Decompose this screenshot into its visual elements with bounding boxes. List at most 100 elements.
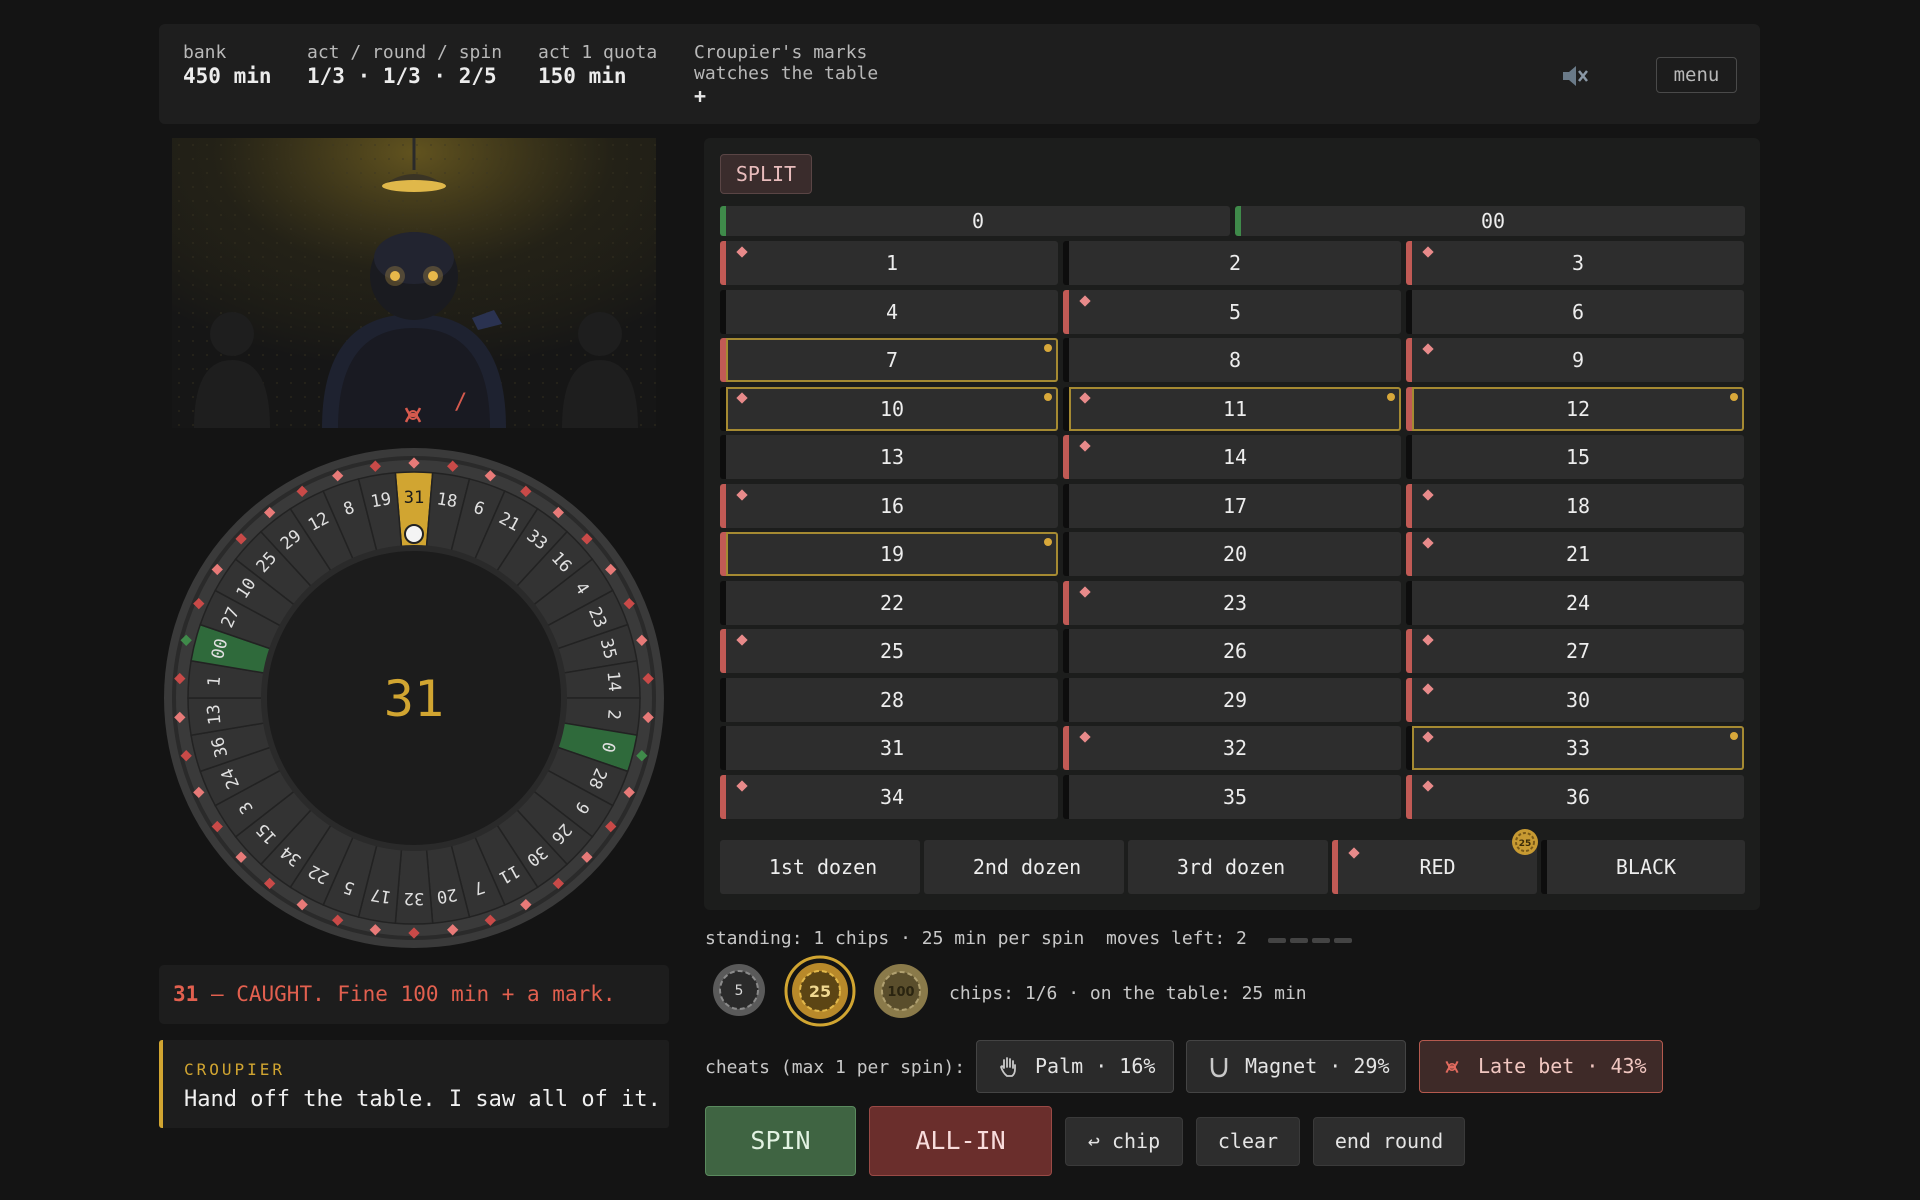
bet-red-label: RED	[1419, 855, 1456, 879]
bet-cell-30[interactable]: 30	[1406, 677, 1744, 722]
bet-cell-36[interactable]: 36	[1406, 774, 1744, 819]
result-text: — CAUGHT. Fine 100 min + a mark.	[198, 982, 616, 1006]
bet-cell-26[interactable]: 26	[1063, 629, 1401, 673]
bet-cell-0[interactable]: 0	[720, 206, 1230, 236]
bet-cell-29[interactable]: 29	[1063, 677, 1401, 722]
mark-indicator	[1422, 634, 1434, 646]
clear-button[interactable]: clear	[1196, 1117, 1300, 1166]
bet-cell-5[interactable]: 5	[1063, 289, 1401, 334]
croupier-line: Hand off the table. I saw all of it.	[184, 1087, 661, 1112]
late-bet-icon	[404, 407, 422, 423]
cheats-label: cheats (max 1 per spin):	[705, 1057, 966, 1078]
bet-cell-15[interactable]: 15	[1406, 435, 1744, 479]
chip-25[interactable]: 25	[784, 955, 856, 1027]
wheel-pocket-number: 2	[603, 709, 624, 721]
bet-cell-9[interactable]: 9	[1406, 338, 1744, 382]
bet-cell-label: 12	[1565, 396, 1591, 421]
bet-cell-6[interactable]: 6	[1406, 289, 1744, 334]
bet-cell-label: 24	[1565, 590, 1591, 615]
chip-100[interactable]: 100	[873, 963, 929, 1019]
magnet-icon	[1210, 1058, 1228, 1078]
cheat-magnet-button[interactable]: Magnet · 29%	[1186, 1040, 1406, 1093]
quota-value: 150 min	[538, 64, 627, 88]
end-round-button[interactable]: end round	[1313, 1117, 1465, 1166]
wheel-pocket-number: 31	[404, 488, 424, 508]
progress-stat: act / round / spin 1/3 · 1/3 · 2/5	[307, 42, 502, 89]
bet-cell-34[interactable]: 34	[720, 774, 1058, 819]
bet-cell-3[interactable]: 3	[1406, 241, 1744, 285]
bet-cell-label: 11	[1222, 396, 1248, 421]
bet-cell-22[interactable]: 22	[720, 580, 1058, 625]
bet-cell-21[interactable]: 21	[1406, 532, 1744, 576]
chip-5[interactable]: 5	[712, 963, 766, 1017]
bet-cell-17[interactable]: 17	[1063, 483, 1401, 528]
bet-cell-27[interactable]: 27	[1406, 629, 1744, 673]
bet-cell-13[interactable]: 13	[720, 435, 1058, 479]
bet-cell-1[interactable]: 1	[720, 241, 1058, 285]
bet-cell-11[interactable]: 11	[1063, 386, 1401, 431]
mark-indicator	[1422, 343, 1434, 355]
mark-indicator	[1348, 847, 1360, 859]
cheat-palm-button[interactable]: Palm · 16%	[976, 1040, 1174, 1093]
bet-cell-12[interactable]: 12	[1406, 386, 1744, 431]
split-mode-button[interactable]: SPLIT	[720, 154, 812, 194]
bet-cell-18[interactable]: 18	[1406, 483, 1744, 528]
move-pip	[1334, 938, 1352, 943]
bet-second-dozen[interactable]: 2nd dozen	[924, 840, 1124, 894]
late-bet-icon	[1445, 1060, 1459, 1074]
bet-cell-7[interactable]: 7	[720, 338, 1058, 382]
wheel-pocket-number: 19	[369, 489, 392, 512]
bet-cell-35[interactable]: 35	[1063, 774, 1401, 819]
bet-black[interactable]: BLACK	[1541, 840, 1745, 894]
bet-cell-label: 31	[879, 736, 905, 760]
bet-cell-23[interactable]: 23	[1063, 580, 1401, 625]
all-in-button[interactable]: ALL-IN	[869, 1106, 1052, 1176]
progress-value: 1/3 · 1/3 · 2/5	[307, 64, 497, 88]
bet-red[interactable]: RED 25	[1332, 829, 1538, 894]
marks-label: Croupier's marks	[694, 42, 868, 63]
bet-cell-2[interactable]: 2	[1063, 241, 1401, 285]
bet-third-dozen[interactable]: 3rd dozen	[1128, 840, 1328, 894]
placed-chip: 25	[1512, 829, 1538, 855]
bet-first-dozen[interactable]: 1st dozen	[720, 840, 920, 894]
bet-cell-label: 18	[1565, 493, 1591, 518]
bet-cell-25[interactable]: 25	[720, 629, 1058, 673]
bet-cell-label: 27	[1565, 639, 1591, 663]
bet-cell-14[interactable]: 14	[1063, 435, 1401, 479]
bet-cell-label: 5	[1228, 299, 1242, 324]
move-pip	[1268, 938, 1286, 943]
speaker-muted-icon[interactable]	[1560, 63, 1590, 89]
bet-cell-10[interactable]: 10	[720, 386, 1058, 431]
svg-text:25: 25	[1519, 839, 1532, 849]
bet-cell-label: 6	[1571, 299, 1585, 324]
bet-cell-00[interactable]: 00	[1235, 206, 1745, 236]
svg-text:100: 100	[887, 985, 914, 1000]
wheel-pocket-number: 32	[404, 888, 424, 908]
move-pip	[1312, 938, 1330, 943]
bet-cell-label: 9	[1571, 348, 1585, 372]
bet-dot	[1387, 392, 1395, 401]
bet-cell-33[interactable]: 33	[1406, 726, 1744, 770]
bet-cell-16[interactable]: 16	[720, 483, 1058, 528]
bet-cell-28[interactable]: 28	[720, 677, 1058, 722]
bet-cell-24[interactable]: 24	[1406, 580, 1744, 625]
mark-indicator	[1422, 682, 1434, 695]
wheel-pocket-number: 18	[435, 489, 458, 512]
menu-button[interactable]: menu	[1656, 57, 1737, 93]
undo-chip-button[interactable]: ↩ chip	[1065, 1117, 1183, 1166]
mark-indicator	[1422, 779, 1434, 792]
bet-cell-label: 7	[885, 348, 899, 372]
bet-cell-31[interactable]: 31	[720, 726, 1058, 770]
bet-cell-4[interactable]: 4	[720, 289, 1058, 334]
bet-cell-20[interactable]: 20	[1063, 532, 1401, 576]
bet-cell-32[interactable]: 32	[1063, 726, 1401, 770]
mark-indicator	[736, 246, 748, 258]
cheat-late-bet-button[interactable]: Late bet · 43%	[1419, 1040, 1663, 1093]
bet-cell-label: 35	[1222, 784, 1248, 809]
bet-cell-8[interactable]: 8	[1063, 338, 1401, 382]
bet-cell-19[interactable]: 19	[720, 532, 1058, 576]
bet-cell-label: 10	[879, 396, 905, 421]
bet-cell-label: 3	[1571, 251, 1585, 275]
spin-button[interactable]: SPIN	[705, 1106, 856, 1176]
bet-cell-label: 25	[879, 639, 905, 663]
